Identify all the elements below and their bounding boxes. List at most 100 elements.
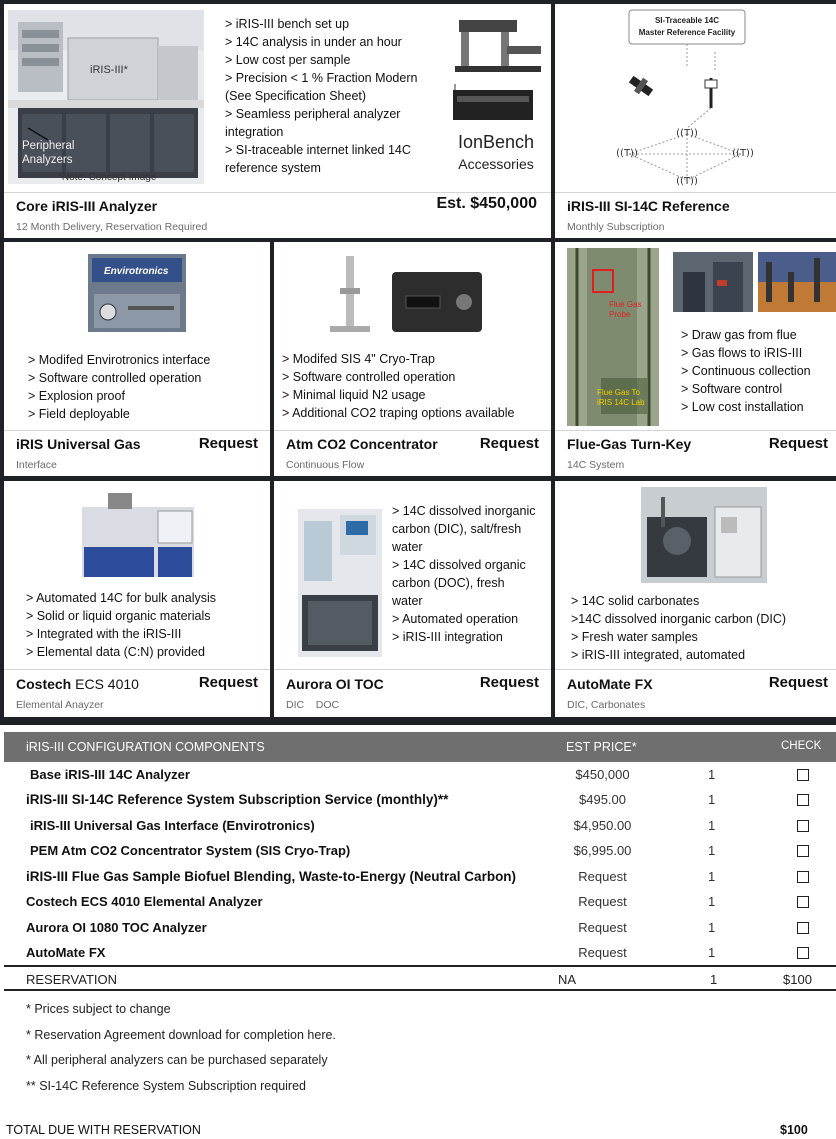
envirotronics-label: Envirotronics (104, 266, 169, 277)
card-title-rest: ECS 4010 (71, 676, 139, 692)
aurora-bullet: > Automated operation (392, 612, 519, 626)
aurora-bullet: > iRIS-III integration (392, 630, 503, 644)
automate-bullet: > iRIS-III integrated, automated (571, 648, 746, 662)
component-price: Request (578, 920, 627, 935)
flue-bullet: > Continuous collection (681, 364, 811, 378)
flue-bullet: > Software control (681, 382, 783, 396)
automate-bullets: > 14C solid carbonates >14C dissolved in… (571, 592, 786, 664)
diagram-title-2: Master Reference Facility (638, 28, 736, 37)
core-bullet: > 14C analysis in under an hour (225, 35, 402, 49)
core-bullets: > iRIS-III bench set up > 14C analysis i… (225, 15, 417, 177)
card-reference: ((T)) ((T)) ((T)) ((T)) SI-Traceable 14C… (555, 4, 836, 238)
configuration-table: iRIS-III CONFIGURATION COMPONENTS EST PR… (0, 725, 836, 1139)
automate-bullet: > 14C solid carbonates (571, 594, 700, 608)
core-analyzer-image: iRIS-III* Peripheral Analyzers (8, 10, 204, 184)
card-title: iRIS Universal Gas (16, 436, 141, 452)
reservation-agreement-link[interactable]: * Reservation Agreement download for com… (26, 1023, 336, 1049)
card-title: Costech ECS 4010 (16, 676, 139, 692)
card-title-bold: Costech (16, 676, 72, 692)
table-row: iRIS-III Universal Gas Interface (Enviro… (0, 818, 836, 843)
component-checkbox[interactable] (797, 947, 809, 959)
flue-bullets: > Draw gas from flue > Gas flows to iRIS… (681, 326, 811, 416)
co2-bullet: > Additional CO2 traping options availab… (282, 406, 515, 420)
request-button[interactable]: Request (480, 435, 539, 452)
plant-image-1 (673, 252, 753, 312)
total-label: TOTAL DUE WITH RESERVATION (6, 1123, 201, 1137)
notes-list: * Prices subject to change * Reservation… (26, 997, 336, 1099)
card-subtitle: Interface (16, 459, 57, 471)
automate-image (641, 487, 767, 583)
card-core-analyzer: iRIS-III* Peripheral Analyzers *Note: Co… (4, 4, 551, 238)
card-divider (4, 669, 270, 670)
card-title: Core iRIS-III Analyzer (16, 198, 158, 214)
table-row: iRIS-III SI-14C Reference System Subscri… (0, 792, 836, 817)
aurora-bullet: carbon (DIC), salt/fresh (392, 522, 522, 536)
cryo-trap-image (314, 252, 504, 342)
flue-bullet: > Draw gas from flue (681, 328, 797, 342)
component-checkbox[interactable] (797, 794, 809, 806)
component-checkbox[interactable] (797, 820, 809, 832)
note-item: ** SI-14C Reference System Subscription … (26, 1078, 306, 1093)
gas-bullet: > Modifed Envirotronics interface (28, 353, 211, 367)
aurora-bullets: > 14C dissolved inorganic carbon (DIC), … (392, 502, 536, 646)
ionbench-caption: IonBench (457, 132, 535, 152)
card-universal-gas: Envirotronics > Modifed Envirotronics in… (4, 242, 270, 476)
core-bullet: (See Specification Sheet) (225, 89, 367, 103)
core-bullet: > SI-traceable internet linked 14C (225, 143, 411, 157)
price-label: Est. $450,000 (436, 195, 537, 212)
core-bullet: > Low cost per sample (225, 53, 351, 67)
check-header: CHECK (781, 740, 822, 752)
card-title: Flue-Gas Turn-Key (567, 436, 692, 452)
component-price: $450,000 (575, 767, 630, 782)
aurora-image (294, 505, 386, 661)
note-item: * All peripheral analyzers can be purcha… (26, 1053, 328, 1067)
svg-text:((T)): ((T)) (732, 148, 754, 159)
card-title: iRIS-III SI-14C Reference (567, 198, 730, 214)
component-price: $6,995.00 (573, 843, 632, 858)
component-qty: 1 (708, 843, 716, 858)
costech-image (78, 487, 198, 581)
card-subtitle: 14C System (567, 459, 625, 471)
total-amount: $100 (780, 1123, 808, 1137)
co2-bullet: > Software controlled operation (282, 370, 456, 384)
component-price: $495.00 (579, 792, 626, 807)
costech-bullet: > Integrated with the iRIS-III (26, 627, 182, 641)
core-bullet: > Precision < 1 % Fraction Modern (225, 71, 418, 85)
core-bullet: > Seamless peripheral analyzer (225, 107, 401, 121)
gas-bullet: > Software controlled operation (28, 371, 202, 385)
co2-bullet: > Modifed SIS 4" Cryo-Trap (282, 352, 435, 366)
card-subtitle: Monthly Subscription (567, 221, 665, 233)
component-name: AutoMate FX (26, 945, 106, 960)
gas-bullet: > Field deployable (28, 407, 130, 421)
card-divider (274, 430, 551, 431)
component-checkbox[interactable] (797, 845, 809, 857)
card-divider (555, 669, 836, 670)
component-checkbox[interactable] (797, 896, 809, 908)
component-checkbox[interactable] (797, 922, 809, 934)
diagram-title-1: SI-Traceable 14C (654, 16, 720, 25)
note-item: * Prices subject to change (26, 1002, 171, 1016)
component-checkbox[interactable] (797, 871, 809, 883)
core-bullet: reference system (225, 161, 321, 175)
co2-bullets: > Modifed SIS 4" Cryo-Trap > Software co… (282, 350, 514, 422)
price-header: EST PRICE* (566, 740, 637, 754)
component-header: iRIS-III CONFIGURATION COMPONENTS (26, 740, 265, 754)
component-name: iRIS-III SI-14C Reference System Subscri… (26, 792, 449, 807)
component-price: Request (578, 945, 627, 960)
card-title: Atm CO2 Concentrator (286, 436, 438, 452)
request-button[interactable]: Request (769, 435, 828, 452)
request-button[interactable]: Request (199, 674, 258, 691)
analyzers-label: Analyzers (22, 154, 73, 166)
request-button[interactable]: Request (199, 435, 258, 452)
reservation-row: RESERVATION NA 1 $100 (4, 965, 836, 991)
component-name: Aurora OI 1080 TOC Analyzer (26, 920, 207, 935)
request-button[interactable]: Request (480, 674, 539, 691)
reference-diagram: ((T)) ((T)) ((T)) ((T)) SI-Traceable 14C… (611, 8, 795, 190)
component-checkbox[interactable] (797, 769, 809, 781)
plant-image-2 (758, 252, 836, 312)
request-button[interactable]: Request (769, 674, 828, 691)
card-divider (555, 430, 836, 431)
component-name: PEM Atm CO2 Concentrator System (SIS Cry… (30, 843, 351, 858)
card-subtitle: DIC, Carbonates (567, 699, 646, 711)
total-row: TOTAL DUE WITH RESERVATION $100 (0, 1121, 836, 1139)
